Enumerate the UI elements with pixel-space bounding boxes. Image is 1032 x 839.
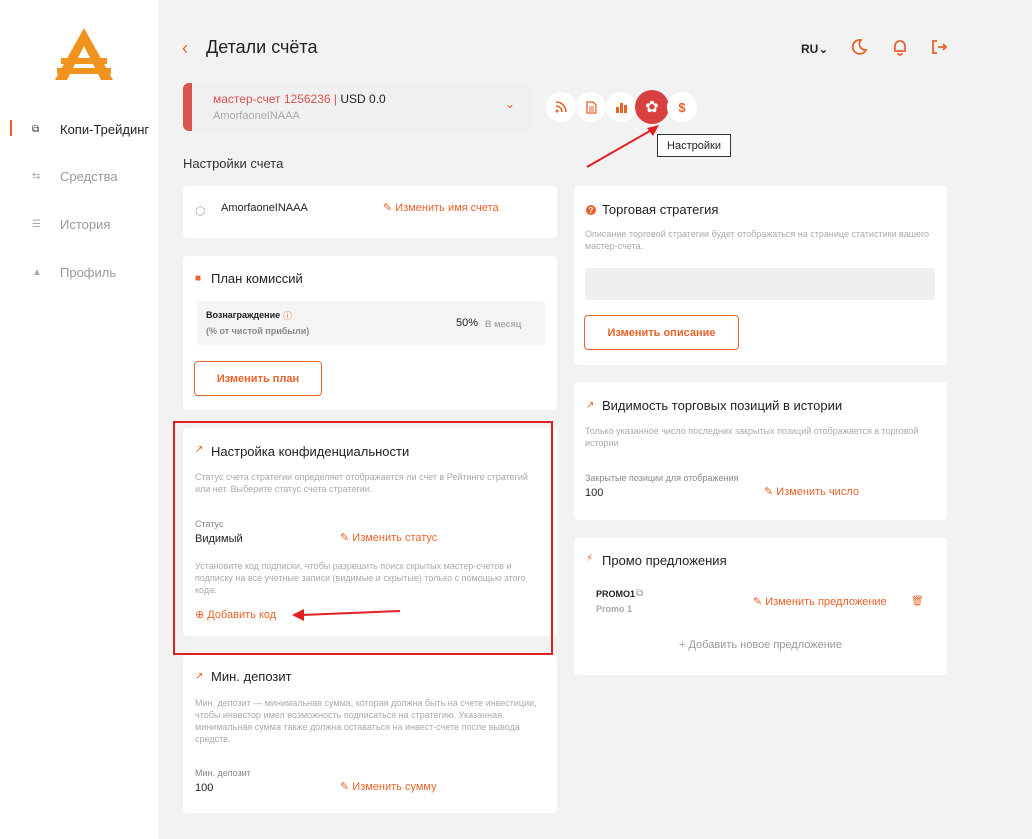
sidebar-item-profile[interactable]: ▲ Профиль <box>0 257 160 287</box>
reward-label: Вознаграждение <box>206 310 281 320</box>
hexagon-icon: ⬡ <box>195 204 206 218</box>
moon-icon[interactable] <box>850 38 868 56</box>
edit-name-label: Изменить имя счета <box>395 202 499 214</box>
min-deposit-label: Мин. депозит <box>195 768 251 778</box>
wallet-icon: ■ <box>195 273 202 284</box>
change-plan-button[interactable]: Изменить план <box>194 361 322 396</box>
question-icon: ? <box>586 205 596 215</box>
closed-positions-value: 100 <box>585 487 604 499</box>
sidebar-item-label: Профиль <box>60 264 117 280</box>
main-content: ‹ Детали счёта RU⌄ мастер-счет 1256236 |… <box>160 0 1032 839</box>
rss-icon[interactable] <box>546 92 576 122</box>
edit-promo-link[interactable]: ✎ Изменить предложение <box>753 595 887 608</box>
user-icon: ▲ <box>32 266 42 278</box>
min-deposit-title: Мин. депозит <box>211 669 292 684</box>
reward-sub: (% от чистой прибыли) <box>206 326 310 336</box>
trash-icon[interactable]: 🗑 <box>911 596 924 607</box>
account-balance: USD 0.0 <box>340 92 386 106</box>
visibility-card: ↗ Видимость торговых позиций в истории Т… <box>574 382 947 520</box>
edit-name-link[interactable]: ✎ Изменить имя счета <box>383 201 499 214</box>
visibility-desc: Только указанное число последних закрыты… <box>585 426 919 448</box>
trend-icon: ↗ <box>586 400 595 411</box>
edit-number-label: Изменить число <box>776 486 859 498</box>
annotation-arrow <box>586 125 659 168</box>
sidebar: ⧉ Копи-Трейдинг ⇆ Средства ☰ История ▲ П… <box>0 0 160 839</box>
promo-card: ⚡ Промо предложения PROMO1 ⧉ Promo 1 ✎ И… <box>574 538 947 675</box>
logo <box>55 28 113 80</box>
sidebar-item-label: Средства <box>60 168 118 184</box>
account-name-value: AmorfaoneINAAA <box>221 202 308 214</box>
strategy-description-field[interactable] <box>585 268 935 300</box>
reward-box: Вознаграждение ⓘ (% от чистой прибыли) 5… <box>197 301 545 345</box>
trend-icon: ↗ <box>195 671 204 682</box>
commission-card: ■ План комиссий Вознаграждение ⓘ (% от ч… <box>183 256 557 410</box>
edit-number-link[interactable]: ✎ Изменить число <box>764 485 859 498</box>
settings-tooltip: Настройки <box>657 134 731 157</box>
edit-promo-label: Изменить предложение <box>765 596 887 608</box>
logout-icon[interactable] <box>930 38 948 56</box>
back-arrow-icon[interactable]: ‹ <box>182 38 188 59</box>
sidebar-item-copy-trading[interactable]: ⧉ Копи-Трейдинг <box>0 114 160 144</box>
reward-period: В месяц <box>485 319 522 329</box>
promo-title: Промо предложения <box>602 553 727 568</box>
reward-value: 50% <box>456 317 479 329</box>
lightning-icon: ⚡ <box>586 553 594 564</box>
account-name: мастер-счет 1256236 | USD 0.0 <box>213 92 386 106</box>
promo-sub: Promo 1 <box>596 604 633 614</box>
bell-icon[interactable] <box>891 38 909 56</box>
edit-amount-link[interactable]: ✎ Изменить сумму <box>340 780 437 793</box>
account-name-card: ⬡ AmorfaoneINAAA ✎ Изменить имя счета <box>183 186 557 238</box>
account-color-bar <box>183 83 192 131</box>
strategy-card: ? Торговая стратегия Описание торговой с… <box>574 186 947 365</box>
min-deposit-desc: Мин. депозит — минимальная сумма, котора… <box>195 698 537 744</box>
language-selector[interactable]: RU⌄ <box>801 42 828 56</box>
copy-icon: ⧉ <box>32 123 40 135</box>
chevron-down-icon: ⌄ <box>504 97 515 111</box>
min-deposit-card: ↗ Мин. депозит Мин. депозит — минимальна… <box>183 655 557 813</box>
sidebar-item-label: История <box>60 216 111 232</box>
dollar-icon[interactable]: $ <box>667 92 697 122</box>
promo-code: PROMO1 <box>596 589 636 599</box>
strategy-title: Торговая стратегия <box>602 202 719 217</box>
commission-title: План комиссий <box>211 271 303 286</box>
annotation-arrow <box>292 609 401 621</box>
section-label: Настройки счета <box>183 156 284 171</box>
closed-positions-label: Закрытые позиции для отображения <box>585 473 739 483</box>
list-icon: ☰ <box>32 218 41 230</box>
document-icon[interactable] <box>576 92 606 122</box>
info-icon[interactable]: ⓘ <box>283 309 292 322</box>
visibility-title: Видимость торговых позиций в истории <box>602 398 843 413</box>
min-deposit-value: 100 <box>195 782 214 794</box>
transfer-icon: ⇆ <box>32 170 41 182</box>
chart-icon[interactable] <box>606 92 636 122</box>
sidebar-item-funds[interactable]: ⇆ Средства <box>0 161 160 191</box>
account-selector[interactable]: мастер-счет 1256236 | USD 0.0 AmorfaoneI… <box>183 83 533 131</box>
account-sub: AmorfaoneINAAA <box>213 110 300 122</box>
sidebar-item-label: Копи-Трейдинг <box>60 121 150 137</box>
edit-amount-label: Изменить сумму <box>352 781 437 793</box>
sidebar-item-history[interactable]: ☰ История <box>0 209 160 239</box>
strategy-desc: Описание торговой стратегии будет отобра… <box>585 229 930 251</box>
copy-icon[interactable]: ⧉ <box>636 588 643 599</box>
gear-icon[interactable]: ✿ <box>635 90 669 124</box>
page-title: Детали счёта <box>206 37 318 57</box>
add-promo-link[interactable]: + Добавить новое предложение <box>679 639 842 651</box>
change-description-button[interactable]: Изменить описание <box>584 315 739 350</box>
account-number: мастер-счет 1256236 | <box>213 92 338 106</box>
